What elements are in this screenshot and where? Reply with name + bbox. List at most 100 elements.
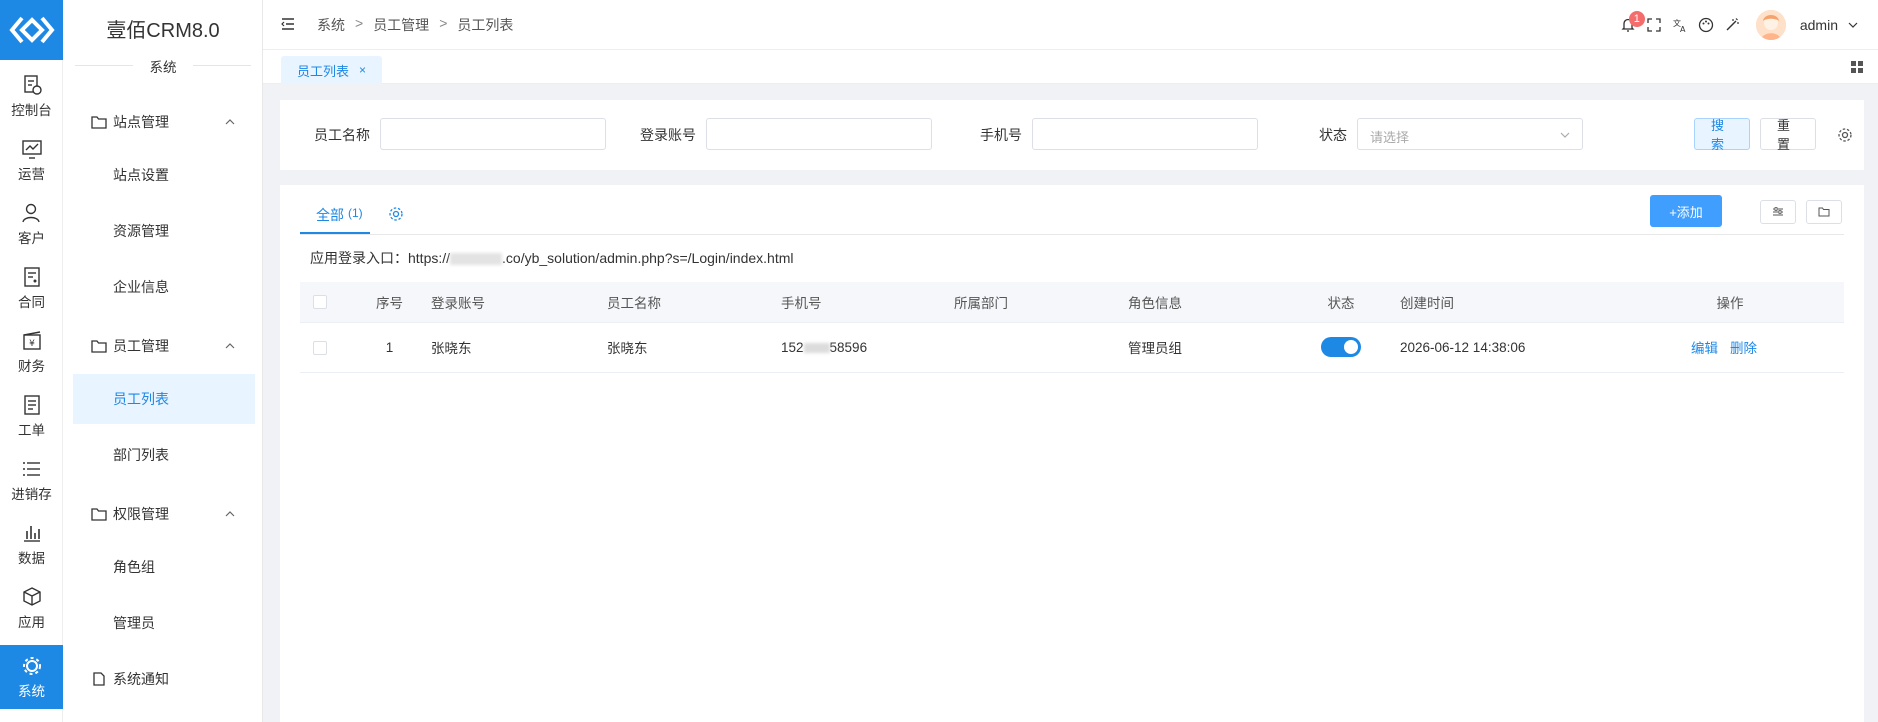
logo-icon [8,16,55,44]
sidebar-item-label: 员工列表 [113,391,169,407]
status-select[interactable]: 请选择 [1357,118,1583,150]
sidebar-item-staff-list[interactable]: 员工列表 [73,374,255,424]
contract-icon [23,266,40,287]
row-checkbox[interactable] [313,340,327,355]
rail-label: 控制台 [11,102,52,118]
search-button[interactable]: 搜索 [1694,118,1750,152]
tab-staff-list[interactable]: 员工列表 × [281,56,383,84]
tab-all-label: 全部 [316,207,344,223]
add-button[interactable]: +添加 [1650,195,1722,227]
icon-rail: 控制台 运营 客户 合同 ¥ 财务 工单 进销存 数据 应用 系统 [0,0,63,722]
rail-item-inventory[interactable]: 进销存 [0,448,63,512]
row-select-cell [300,322,358,373]
fullscreen-icon[interactable] [1646,17,1662,33]
sidebar-item-site-settings[interactable]: 站点设置 [73,150,255,200]
page-tabs: 员工列表 × [263,50,1878,84]
rail-item-contract[interactable]: 合同 [0,256,63,320]
top-header: 系统 > 员工管理 > 员工列表 1 文A admin [263,0,1878,50]
rail-item-dashboard[interactable]: 控制台 [0,64,63,128]
sidebar-item-admins[interactable]: 管理员 [73,598,255,648]
cell-role: 管理员组 [1118,322,1292,373]
rail-item-ticket[interactable]: 工单 [0,384,63,448]
sidebar-item-resources[interactable]: 资源管理 [73,206,255,256]
sidebar-item-label: 资源管理 [113,223,169,239]
breadcrumb-separator: > [355,15,364,31]
breadcrumb-separator: > [439,15,448,31]
grid-icon[interactable] [1850,60,1864,74]
folder-icon [91,340,107,353]
status-toggle[interactable] [1321,337,1361,357]
rail-label: 合同 [18,294,45,310]
sidebar-item-company-info[interactable]: 企业信息 [73,262,255,312]
staff-table: 序号 登录账号 员工名称 手机号 所属部门 角色信息 状态 创建时间 操作 1 … [300,282,1844,373]
breadcrumb: 系统 > 员工管理 > 员工列表 [317,15,513,35]
rail-item-finance[interactable]: ¥ 财务 [0,320,63,384]
document-icon [93,672,105,686]
sidebar-item-department-list[interactable]: 部门列表 [73,430,255,480]
name-input[interactable] [380,118,606,150]
magic-wand-icon[interactable] [1724,17,1740,33]
sidebar-group-staff[interactable]: 员工管理 [73,326,255,366]
rail-label: 数据 [18,550,45,566]
sidebar-item-label: 企业信息 [113,279,169,295]
sidebar-group-site[interactable]: 站点管理 [73,102,255,142]
export-button[interactable] [1806,200,1842,224]
edit-link[interactable]: 编辑 [1691,341,1718,356]
rail-item-operations[interactable]: 运营 [0,128,63,192]
cell-department [944,322,1118,373]
breadcrumb-item[interactable]: 系统 [317,15,345,35]
select-all-cell [300,282,358,323]
folder-icon [1818,207,1830,217]
col-header: 状态 [1292,282,1390,323]
finance-icon: ¥ [22,330,41,350]
close-icon[interactable]: × [359,63,366,77]
table-row: 1 张晓东 张晓东 152 58596 管理员组 2026-06-12 14:38… [300,322,1844,373]
gear-icon[interactable] [388,206,404,222]
sidebar-group-permissions[interactable]: 权限管理 [73,494,255,534]
rail-label: 运营 [18,166,45,182]
rail-label: 系统 [18,683,45,699]
delete-link[interactable]: 删除 [1730,341,1757,356]
palette-icon[interactable] [1698,17,1714,33]
rail-item-data[interactable]: 数据 [0,512,63,576]
translate-icon[interactable]: 文A [1672,17,1688,33]
menu-toggle-icon[interactable] [281,17,295,31]
select-all-checkbox[interactable] [313,295,327,310]
rail-label: 应用 [18,614,45,630]
gear-icon[interactable] [1837,127,1853,143]
username[interactable]: admin [1800,17,1838,33]
sidebar-item-notice[interactable]: 系统通知 [73,659,255,699]
redacted-phone [803,342,830,353]
avatar[interactable] [1755,10,1786,40]
rail-item-customer[interactable]: 客户 [0,192,63,256]
filter-label-name: 员工名称 [314,127,370,143]
reset-button[interactable]: 重置 [1760,118,1816,152]
cell-index: 1 [358,322,421,373]
phone-input[interactable] [1032,118,1258,150]
sidebar-item-label: 部门列表 [113,447,169,463]
sidebar-item-role-group[interactable]: 角色组 [73,542,255,592]
folder-icon [91,116,107,129]
tab-all[interactable]: 全部 (1) [300,205,379,235]
rail-label: 财务 [18,358,45,374]
chevron-down-icon[interactable] [1848,20,1858,30]
col-header: 登录账号 [421,282,597,323]
rail-item-apps[interactable]: 应用 [0,576,63,640]
sidebar-item-label: 站点设置 [113,167,169,183]
rail-label: 工单 [18,422,45,438]
folder-icon [91,508,107,521]
sidebar-group-label: 员工管理 [113,338,169,354]
rail-item-system[interactable]: 系统 [0,645,63,709]
sidebar: 壹佰CRM8.0 系统 站点管理 站点设置 资源管理 企业信息 员工管理 员工列… [63,0,263,722]
notification-bell[interactable]: 1 [1620,11,1645,33]
col-header: 员工名称 [597,282,771,323]
filter-columns-button[interactable] [1760,200,1796,224]
rail-label: 进销存 [11,486,52,502]
inventory-icon [22,461,40,476]
account-input[interactable] [706,118,932,150]
app-title: 壹佰CRM8.0 [106,20,220,42]
login-entry-suffix: .co/yb_solution/admin.php?s=/Login/index… [502,250,794,266]
breadcrumb-item[interactable]: 员工管理 [373,15,429,35]
col-header: 所属部门 [944,282,1118,323]
data-icon [23,525,40,542]
